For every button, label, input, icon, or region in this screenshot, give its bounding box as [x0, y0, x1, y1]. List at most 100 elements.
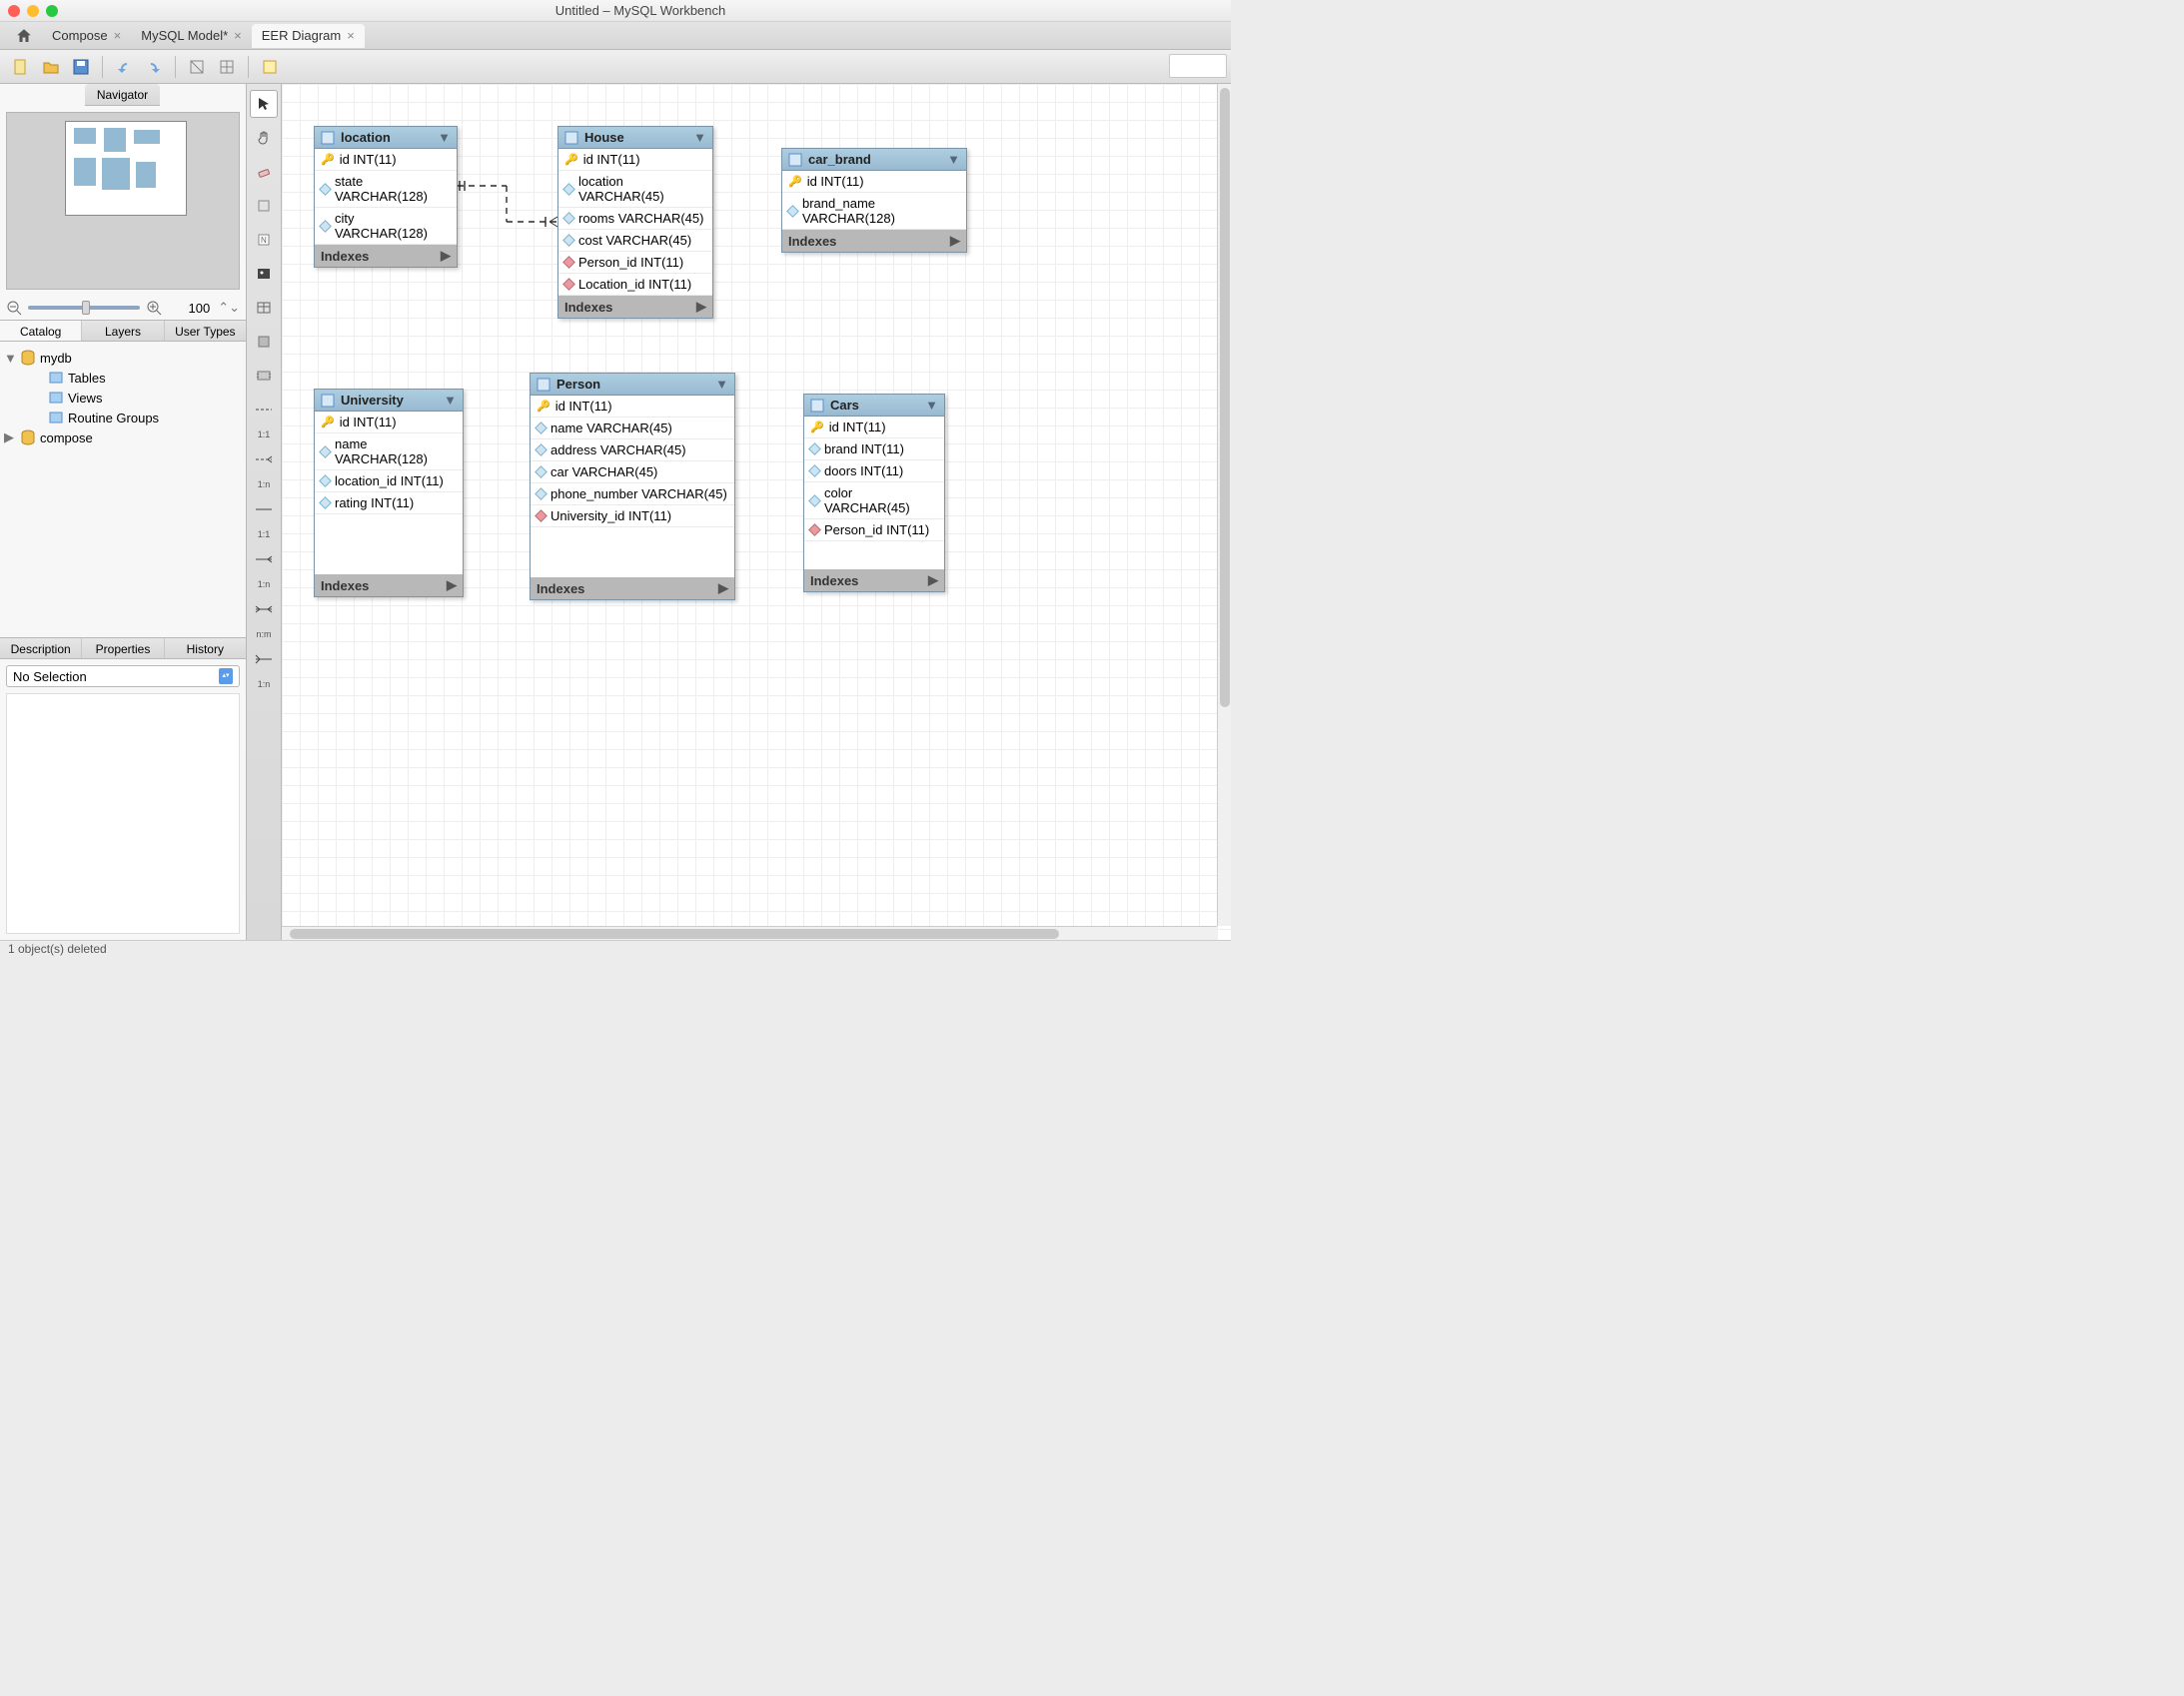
zoom-in-icon[interactable] [146, 300, 162, 316]
minimize-window-button[interactable] [27, 5, 39, 17]
column-icon [808, 494, 821, 507]
chevron-down-icon[interactable]: ▼ [693, 130, 706, 145]
tree-tables[interactable]: Tables [4, 368, 242, 388]
chevron-right-icon[interactable]: ▶ [718, 580, 728, 596]
chevron-down-icon[interactable]: ▼ [947, 152, 960, 167]
database-icon [20, 350, 36, 366]
zoom-stepper[interactable]: ⌃⌄ [218, 300, 240, 316]
title-bar: Untitled – MySQL Workbench [0, 0, 1231, 22]
tree-db-compose[interactable]: ▶ compose [4, 427, 242, 447]
column-label: state VARCHAR(128) [335, 174, 451, 204]
column-label: University_id INT(11) [550, 508, 671, 523]
note-tool[interactable]: N [250, 226, 278, 254]
toolbar-search-input[interactable] [1169, 54, 1227, 78]
chevron-down-icon[interactable]: ▼ [444, 393, 457, 408]
hand-tool[interactable] [250, 124, 278, 152]
open-file-button[interactable] [38, 54, 64, 80]
close-icon[interactable]: × [347, 28, 355, 43]
horizontal-scrollbar[interactable] [282, 926, 1217, 940]
entity-house[interactable]: House▼ 🔑id INT(11) location VARCHAR(45) … [557, 126, 713, 319]
rel-1-1-id-tool[interactable] [250, 495, 278, 523]
tree-db-mydb[interactable]: ▼ mydb [4, 348, 242, 368]
window-title: Untitled – MySQL Workbench [58, 3, 1223, 18]
entity-university[interactable]: University▼ 🔑id INT(11) name VARCHAR(128… [314, 389, 464, 597]
routine-tool[interactable] [250, 362, 278, 390]
sidebar-tab-layers[interactable]: Layers [82, 321, 164, 341]
chevron-right-icon[interactable]: ▶ [447, 577, 457, 593]
new-file-button[interactable] [8, 54, 34, 80]
description-text-area[interactable] [6, 693, 240, 934]
image-tool[interactable] [250, 260, 278, 288]
routines-icon [48, 410, 64, 425]
view-tool[interactable] [250, 328, 278, 356]
tab-mysql-model[interactable]: MySQL Model* × [131, 24, 252, 48]
close-icon[interactable]: × [234, 28, 242, 43]
entity-person[interactable]: Person▼ 🔑id INT(11) name VARCHAR(45) add… [530, 373, 735, 600]
redo-button[interactable] [141, 54, 167, 80]
navigator-preview[interactable] [6, 112, 240, 290]
description-selection-text: No Selection [13, 669, 87, 684]
eraser-tool[interactable] [250, 158, 278, 186]
tree-label: mydb [40, 351, 72, 366]
rel-1-n-existing-tool[interactable] [250, 645, 278, 673]
column-label: name VARCHAR(128) [335, 436, 457, 466]
close-icon[interactable]: × [114, 28, 122, 43]
vertical-scrollbar[interactable] [1217, 84, 1231, 926]
close-window-button[interactable] [8, 5, 20, 17]
maximize-window-button[interactable] [46, 5, 58, 17]
note-icon [261, 58, 279, 76]
zoom-slider[interactable] [28, 306, 140, 310]
entity-location[interactable]: location▼ 🔑id INT(11) state VARCHAR(128)… [314, 126, 458, 268]
description-selector[interactable]: No Selection ▴▾ [6, 665, 240, 687]
chevron-down-icon[interactable]: ▼ [715, 377, 728, 392]
sidebar-tab-catalog[interactable]: Catalog [0, 321, 82, 341]
undo-button[interactable] [111, 54, 137, 80]
snap-toggle-button[interactable] [214, 54, 240, 80]
relation-icon [254, 603, 274, 615]
note-tool-icon: N [256, 232, 272, 248]
chevron-right-icon[interactable]: ▶ [696, 299, 706, 315]
chevron-down-icon[interactable]: ▼ [438, 130, 451, 145]
navigator-tab[interactable]: Navigator [85, 84, 160, 106]
chevron-right-icon[interactable]: ▶ [950, 233, 960, 249]
sidebar-tab-description[interactable]: Description [0, 638, 82, 658]
home-tab[interactable] [6, 24, 42, 48]
tree-routine-groups[interactable]: Routine Groups [4, 408, 242, 427]
tables-icon [48, 370, 64, 386]
tab-label: Compose [52, 28, 108, 43]
column-icon [319, 496, 332, 509]
rel-1-1-nonid-tool[interactable] [250, 396, 278, 424]
sidebar-tab-history[interactable]: History [165, 638, 246, 658]
layer-tool[interactable] [250, 192, 278, 220]
chevron-right-icon[interactable]: ▶ [928, 572, 938, 588]
rel-label: n:m [250, 629, 278, 639]
sidebar-tab-properties[interactable]: Properties [82, 638, 164, 658]
new-note-button[interactable] [257, 54, 283, 80]
column-icon [808, 442, 821, 455]
column-icon [562, 183, 575, 196]
home-icon [15, 27, 33, 45]
chevron-down-icon[interactable]: ▼ [925, 398, 938, 413]
tab-eer-diagram[interactable]: EER Diagram × [252, 24, 365, 48]
diagram-canvas[interactable]: location▼ 🔑id INT(11) state VARCHAR(128)… [282, 84, 1231, 940]
table-tool[interactable] [250, 294, 278, 322]
chevron-right-icon[interactable]: ▶ [441, 248, 451, 264]
indexes-label: Indexes [321, 578, 369, 593]
column-label: id INT(11) [807, 174, 864, 189]
zoom-out-icon[interactable] [6, 300, 22, 316]
table-icon [321, 394, 335, 408]
rel-n-m-tool[interactable] [250, 595, 278, 623]
save-button[interactable] [68, 54, 94, 80]
tab-label: MySQL Model* [141, 28, 228, 43]
pointer-tool[interactable] [250, 90, 278, 118]
tree-views[interactable]: Views [4, 388, 242, 408]
disclosure-triangle-icon[interactable]: ▶ [4, 429, 16, 445]
disclosure-triangle-icon[interactable]: ▼ [4, 351, 16, 366]
rel-1-n-nonid-tool[interactable] [250, 445, 278, 473]
entity-car-brand[interactable]: car_brand▼ 🔑id INT(11) brand_name VARCHA… [781, 148, 967, 253]
rel-1-n-id-tool[interactable] [250, 545, 278, 573]
entity-cars[interactable]: Cars▼ 🔑id INT(11) brand INT(11) doors IN… [803, 394, 945, 592]
sidebar-tab-user-types[interactable]: User Types [165, 321, 246, 341]
grid-toggle-button[interactable] [184, 54, 210, 80]
tab-compose[interactable]: Compose × [42, 24, 131, 48]
